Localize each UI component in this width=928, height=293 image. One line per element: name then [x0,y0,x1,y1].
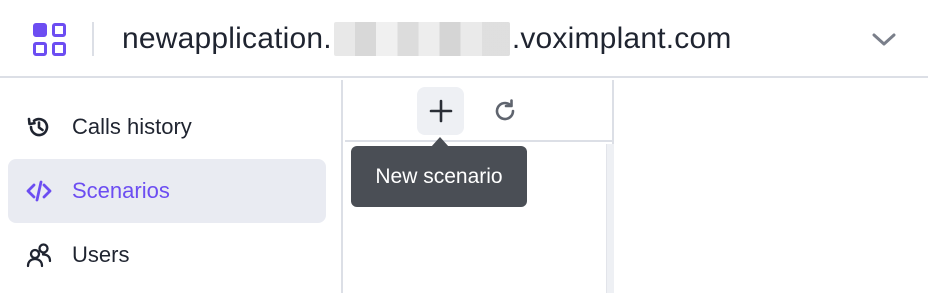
app-name-prefix: newapplication. [122,22,332,55]
users-icon [26,243,52,268]
sidebar-item-calls-history[interactable]: Calls history [8,95,326,159]
plus-icon [429,99,452,123]
editor-area [616,80,928,293]
sidebar-item-label: Calls history [72,114,192,139]
sidebar: Calls history Scenarios Users [0,80,343,293]
sidebar-item-scenarios[interactable]: Scenarios [8,159,326,223]
app-name-suffix: .voximplant.com [511,22,732,55]
application-selector[interactable]: newapplication. .voximplant.com [122,18,732,60]
scenarios-toolbar [345,80,614,142]
scenarios-scrollbar[interactable] [606,144,614,293]
refresh-icon [495,99,514,121]
sidebar-item-label: Scenarios [72,178,170,203]
code-icon [26,180,52,202]
chevron-down-icon[interactable] [870,28,898,50]
tooltip-new-scenario: New scenario [351,137,527,207]
apps-grid-icon[interactable] [33,23,67,57]
sidebar-item-users[interactable]: Users [8,223,326,287]
refresh-button[interactable] [481,87,528,135]
app-header: newapplication. .voximplant.com [0,0,928,78]
sidebar-item-label: Users [72,242,130,267]
history-icon [27,117,49,137]
redacted-account-name [333,22,510,56]
add-scenario-button[interactable] [417,87,464,135]
header-divider [92,22,94,56]
